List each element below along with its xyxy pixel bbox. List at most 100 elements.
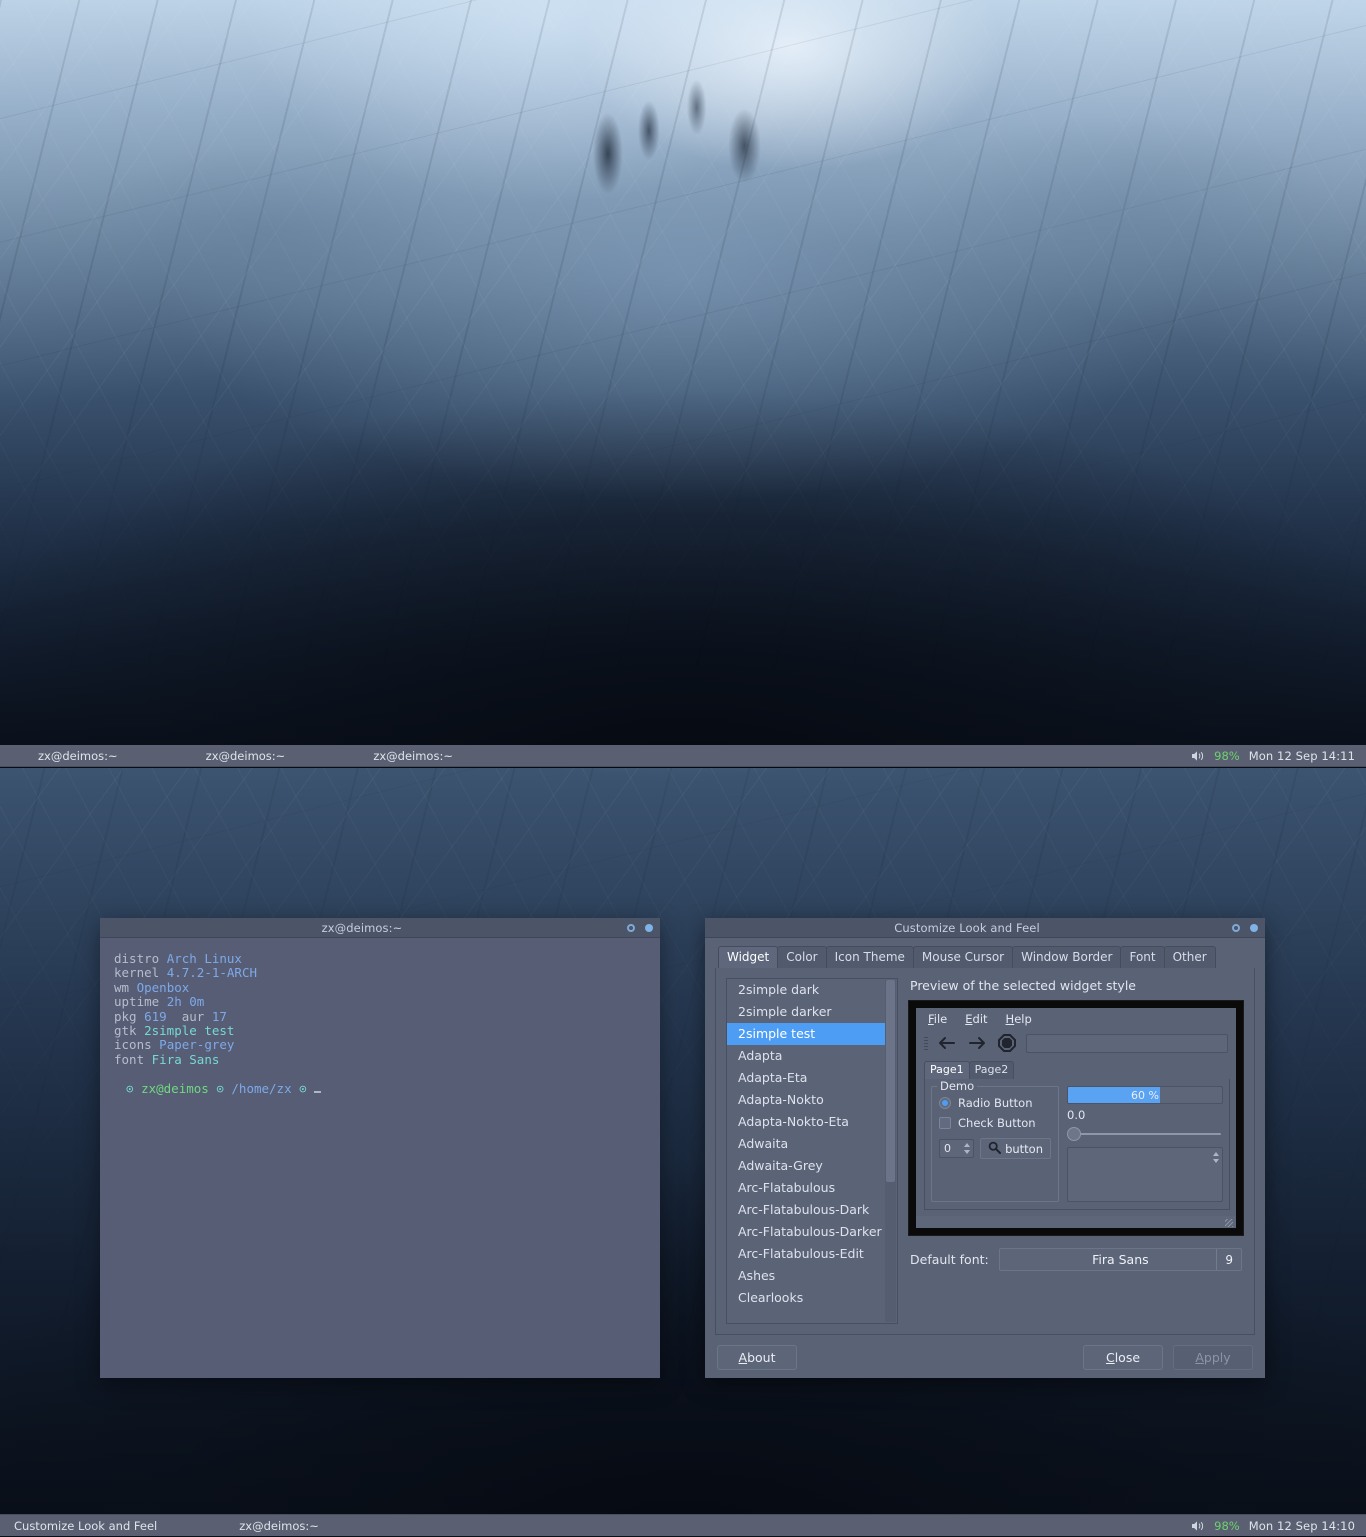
preview-text-entry[interactable] bbox=[1026, 1033, 1228, 1053]
list-item[interactable]: Ashes bbox=[727, 1265, 885, 1287]
toolbar-handle[interactable] bbox=[924, 1036, 928, 1050]
check-button[interactable] bbox=[939, 1117, 951, 1129]
list-item[interactable]: Adapta-Nokto-Eta bbox=[727, 1111, 885, 1133]
list-item[interactable]: 2simple darker bbox=[727, 1001, 885, 1023]
forward-arrow-icon[interactable] bbox=[966, 1032, 988, 1054]
taskbar-task[interactable]: zx@deimos:~ bbox=[28, 745, 128, 767]
stop-icon[interactable] bbox=[996, 1032, 1018, 1054]
minimize-button[interactable] bbox=[1232, 923, 1240, 932]
widget-tab-page: 2simple dark 2simple darker 2simple test… bbox=[715, 968, 1255, 1335]
menu-help-accel: H bbox=[1005, 1012, 1015, 1026]
spin-arrows[interactable] bbox=[962, 1141, 971, 1156]
menu-help[interactable]: Help bbox=[1006, 1012, 1032, 1026]
menu-edit[interactable]: Edit bbox=[965, 1012, 987, 1026]
list-item[interactable]: Arc-Flatabulous bbox=[727, 1177, 885, 1199]
tab-font[interactable]: Font bbox=[1120, 946, 1165, 968]
theme-list-viewport[interactable]: 2simple dark 2simple darker 2simple test… bbox=[727, 979, 885, 1323]
apply-button-label: pply bbox=[1203, 1350, 1231, 1365]
tab-widget[interactable]: Widget bbox=[718, 946, 779, 968]
terminal-body[interactable]: distro Arch Linux kernel 4.7.2-1-ARCH wm… bbox=[100, 938, 660, 1378]
preview-tab-bar[interactable]: Page1 Page2 bbox=[924, 1060, 1230, 1079]
dialog-titlebar[interactable]: Customize Look and Feel bbox=[705, 918, 1265, 938]
tab-bar[interactable]: Widget Color Icon Theme Mouse Cursor Win… bbox=[718, 946, 1257, 968]
desktop-wallpaper bbox=[0, 0, 1366, 768]
menu-file-label: ile bbox=[933, 1012, 948, 1026]
apply-button[interactable]: Apply bbox=[1173, 1345, 1253, 1370]
terminal-key: icons bbox=[114, 1037, 152, 1053]
dialog-title: Customize Look and Feel bbox=[894, 920, 1040, 935]
default-font-button[interactable]: Fira Sans 9 bbox=[998, 1248, 1242, 1271]
resize-grip-icon[interactable] bbox=[1225, 1219, 1233, 1227]
taskbar-bottom[interactable]: Customize Look and Feel zx@deimos:~ 98% … bbox=[0, 1514, 1366, 1536]
demo-button-label: button bbox=[1005, 1141, 1043, 1156]
chevron-down-icon[interactable] bbox=[963, 1150, 970, 1155]
scale-track[interactable] bbox=[1073, 1133, 1221, 1135]
prompt-path: /home/zx bbox=[231, 1081, 292, 1097]
preview-tab-page1[interactable]: Page1 bbox=[924, 1061, 970, 1079]
textview-arrows[interactable] bbox=[1213, 1152, 1219, 1163]
clock: Mon 12 Sep 14:10 bbox=[1248, 1518, 1355, 1533]
chevron-up-icon[interactable] bbox=[1213, 1152, 1219, 1156]
preview-menubar[interactable]: File Edit Help bbox=[916, 1008, 1236, 1030]
radio-button[interactable] bbox=[939, 1097, 951, 1109]
list-item[interactable]: Clearlooks bbox=[727, 1287, 885, 1309]
theme-list[interactable]: 2simple dark 2simple darker 2simple test… bbox=[726, 978, 898, 1324]
preview-textview[interactable] bbox=[1067, 1147, 1223, 1202]
tab-mouse-cursor[interactable]: Mouse Cursor bbox=[912, 946, 1014, 968]
speaker-icon[interactable] bbox=[1191, 750, 1205, 762]
list-item[interactable]: Adapta bbox=[727, 1045, 885, 1067]
chevron-up-icon[interactable] bbox=[963, 1142, 970, 1147]
check-button-label: Check Button bbox=[958, 1116, 1036, 1130]
terminal-titlebar[interactable]: zx@deimos:~ bbox=[100, 918, 660, 938]
radio-button-label: Radio Button bbox=[958, 1096, 1033, 1110]
terminal-value: 2h 0m bbox=[166, 994, 205, 1010]
chevron-down-icon[interactable] bbox=[1213, 1159, 1219, 1163]
scale-knob[interactable] bbox=[1067, 1127, 1081, 1141]
terminal-value: 4.7.2-1-ARCH bbox=[166, 965, 257, 981]
tab-color[interactable]: Color bbox=[777, 946, 827, 968]
taskbar-task[interactable]: zx@deimos:~ bbox=[196, 745, 296, 767]
list-item[interactable]: Adwaita bbox=[727, 1133, 885, 1155]
about-button[interactable]: About bbox=[717, 1345, 797, 1370]
taskbar-top[interactable]: zx@deimos:~ zx@deimos:~ zx@deimos:~ 98% … bbox=[0, 745, 1366, 767]
default-font-row: Default font: Fira Sans 9 bbox=[908, 1248, 1244, 1271]
list-item-selected[interactable]: 2simple test bbox=[727, 1023, 885, 1045]
tab-other[interactable]: Other bbox=[1163, 946, 1216, 968]
progress-bar-text: 60 % bbox=[1131, 1088, 1159, 1102]
back-arrow-icon[interactable] bbox=[936, 1032, 958, 1054]
terminal-window[interactable]: zx@deimos:~ distro Arch Linux kernel 4.7… bbox=[100, 918, 660, 1378]
speaker-icon[interactable] bbox=[1191, 1520, 1205, 1532]
preview-statusbar bbox=[916, 1216, 1236, 1228]
customize-look-and-feel-window[interactable]: Customize Look and Feel Widget Color Ico… bbox=[705, 918, 1265, 1378]
preview-toolbar[interactable] bbox=[916, 1030, 1236, 1058]
terminal-row: pkg 619 aur 17 bbox=[114, 1009, 660, 1024]
tab-icon-theme[interactable]: Icon Theme bbox=[825, 946, 914, 968]
close-button[interactable] bbox=[1250, 923, 1258, 932]
taskbar-task[interactable]: zx@deimos:~ bbox=[363, 745, 463, 767]
prompt-user: zx@deimos bbox=[141, 1081, 209, 1097]
list-item[interactable]: Adapta-Eta bbox=[727, 1067, 885, 1089]
scale-value-label: 0.0 bbox=[1067, 1108, 1086, 1122]
theme-list-scrollbar[interactable] bbox=[885, 980, 896, 1322]
radio-button-row[interactable]: Radio Button bbox=[939, 1096, 1051, 1110]
scale-slider[interactable] bbox=[1067, 1126, 1223, 1142]
scrollbar-thumb[interactable] bbox=[886, 980, 895, 1182]
list-item[interactable]: Arc-Flatabulous-Edit bbox=[727, 1243, 885, 1265]
list-item[interactable]: Arc-Flatabulous-Darker bbox=[727, 1221, 885, 1243]
check-button-row[interactable]: Check Button bbox=[939, 1116, 1051, 1130]
list-item[interactable]: 2simple dark bbox=[727, 979, 885, 1001]
close-button[interactable] bbox=[645, 923, 653, 932]
list-item[interactable]: Arc-Flatabulous-Dark bbox=[727, 1199, 885, 1221]
list-item[interactable]: Adwaita-Grey bbox=[727, 1155, 885, 1177]
tab-window-border[interactable]: Window Border bbox=[1012, 946, 1122, 968]
preview-tab-page2[interactable]: Page2 bbox=[968, 1061, 1015, 1079]
close-button[interactable]: Close bbox=[1083, 1345, 1163, 1370]
demo-button[interactable]: button bbox=[980, 1138, 1051, 1159]
list-item[interactable]: Adapta-Nokto bbox=[727, 1089, 885, 1111]
default-font-size: 9 bbox=[1216, 1249, 1233, 1270]
taskbar-task[interactable]: zx@deimos:~ bbox=[229, 1515, 329, 1537]
minimize-button[interactable] bbox=[627, 923, 635, 932]
menu-file[interactable]: File bbox=[928, 1012, 947, 1026]
taskbar-task[interactable]: Customize Look and Feel bbox=[4, 1515, 167, 1537]
spin-button[interactable]: 0 bbox=[939, 1139, 975, 1158]
